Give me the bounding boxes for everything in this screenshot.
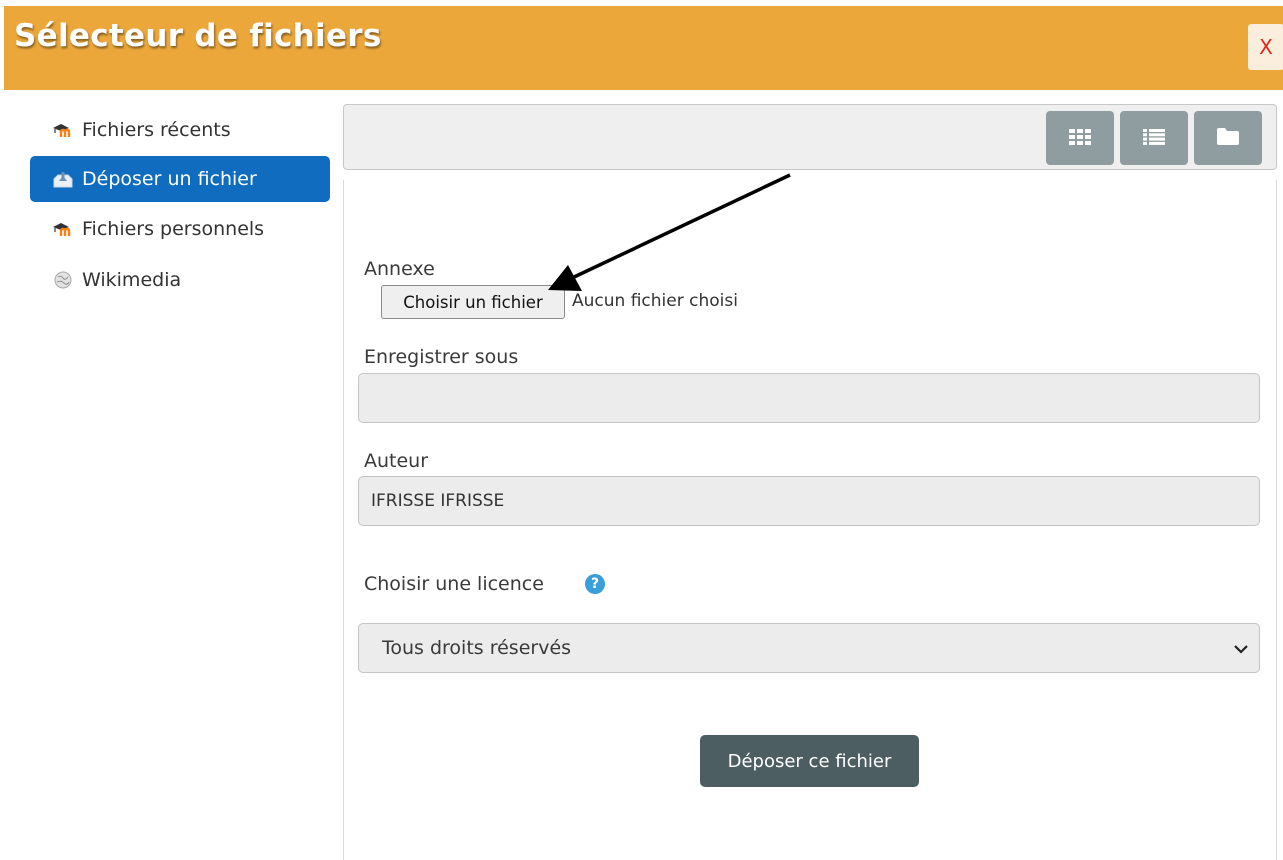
upload-icon (52, 170, 74, 188)
close-button[interactable]: X (1248, 24, 1283, 70)
sidebar-item-label: Wikimedia (82, 269, 182, 291)
folder-view-icon (1217, 128, 1239, 148)
dialog-header: Sélecteur de fichiers X (4, 6, 1283, 90)
choose-file-button[interactable]: Choisir un fichier (381, 285, 565, 319)
wikimedia-globe-icon (52, 271, 74, 289)
sidebar-item-upload-file[interactable]: Déposer un fichier (30, 156, 330, 202)
view-toolbar (343, 104, 1277, 170)
moodle-icon (52, 220, 74, 238)
license-label: Choisir une licence (364, 573, 544, 595)
grid-view-button[interactable] (1046, 111, 1114, 165)
license-select[interactable]: Tous droits réservés (358, 623, 1260, 673)
save-as-label: Enregistrer sous (364, 346, 519, 368)
sidebar-item-recent-files[interactable]: Fichiers récents (30, 107, 330, 153)
attachment-label: Annexe (364, 258, 435, 280)
upload-file-button[interactable]: Déposer ce fichier (700, 735, 919, 787)
sidebar-item-wikimedia[interactable]: Wikimedia (30, 257, 330, 303)
sidebar-item-personal-files[interactable]: Fichiers personnels (30, 206, 330, 252)
grid-view-icon (1069, 128, 1091, 148)
dialog-title: Sélecteur de fichiers (14, 18, 382, 54)
author-label: Auteur (364, 450, 429, 472)
help-icon[interactable]: ? (585, 574, 605, 594)
list-view-button[interactable] (1120, 111, 1188, 165)
sidebar-item-label: Déposer un fichier (82, 168, 257, 190)
sidebar-item-label: Fichiers récents (82, 119, 231, 141)
sidebar-item-label: Fichiers personnels (82, 218, 265, 240)
annotation-arrow-icon (548, 173, 791, 291)
list-view-icon (1143, 128, 1165, 148)
chevron-down-icon (1233, 640, 1249, 662)
license-selected-value: Tous droits réservés (382, 637, 572, 659)
folder-view-button[interactable] (1194, 111, 1262, 165)
author-input[interactable] (358, 476, 1260, 526)
moodle-icon (52, 121, 74, 139)
save-as-input[interactable] (358, 373, 1260, 423)
